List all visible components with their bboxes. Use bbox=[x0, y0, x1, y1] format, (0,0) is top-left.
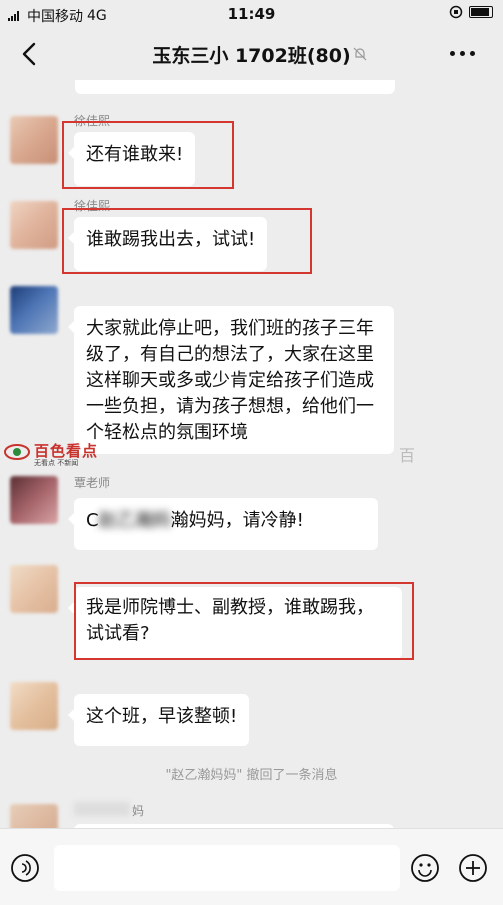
message-text: 大家就此停止吧，我们班的孩子三年级了，有自己的想法了，大家在这里这样聊天或多或少… bbox=[86, 318, 374, 443]
sender-name: 妈 bbox=[132, 804, 145, 818]
watermark-logo-icon bbox=[4, 444, 30, 460]
status-bar: 中国移动 4G 11:49 bbox=[0, 0, 503, 28]
message-text-blurred: 赵乙瀚妈 bbox=[98, 510, 171, 531]
message-bubble[interactable]: C赵乙瀚妈瀚妈妈，请冷静! bbox=[68, 498, 378, 550]
watermark: 百色看点 无看点 不新闻 bbox=[2, 440, 127, 468]
avatar[interactable] bbox=[10, 286, 58, 334]
battery-icon bbox=[469, 6, 493, 18]
sender-name: 覃老师 bbox=[74, 476, 111, 490]
mute-icon bbox=[353, 47, 367, 61]
rotation-lock-icon bbox=[449, 5, 463, 19]
sender-name: 徐佳熙 bbox=[74, 199, 111, 213]
message-bubble[interactable]: 大家就此停止吧，我们班的孩子三年级了，有自己的想法了，大家在这里这样聊天或多或少… bbox=[68, 306, 394, 454]
chat-title: 玉东三小 1702班(80) bbox=[152, 45, 351, 67]
voice-icon[interactable] bbox=[10, 853, 40, 883]
more-icon[interactable] bbox=[450, 51, 475, 56]
sender-name-blurred bbox=[74, 802, 130, 816]
avatar[interactable] bbox=[10, 476, 58, 524]
nav-bar: 玉东三小 1702班(80) bbox=[0, 28, 503, 80]
avatar[interactable] bbox=[10, 116, 58, 164]
status-time: 11:49 bbox=[227, 5, 276, 23]
message-bubble[interactable]: 还有谁敢来! bbox=[67, 132, 196, 186]
message-bubble[interactable]: 谁敢踢我出去，试试! bbox=[67, 217, 268, 271]
avatar[interactable] bbox=[10, 682, 58, 730]
sender-name: 徐佳熙 bbox=[74, 114, 111, 128]
status-right bbox=[449, 5, 493, 19]
message-text: 我是师院博士、副教授，谁敢踢我，试试看? bbox=[86, 597, 374, 644]
avatar[interactable] bbox=[10, 565, 58, 613]
previous-message-bubble bbox=[75, 80, 395, 94]
message-text: 这个班，早该整顿! bbox=[86, 706, 238, 727]
recall-notice: "赵乙瀚妈妈" 撤回了一条消息 bbox=[165, 768, 338, 783]
plus-icon[interactable] bbox=[458, 853, 488, 883]
message-text: 谁敢踢我出去，试试! bbox=[86, 229, 256, 250]
avatar[interactable] bbox=[10, 201, 58, 249]
watermark-subtitle: 无看点 不新闻 bbox=[34, 459, 79, 467]
message-text-start: C bbox=[86, 510, 99, 531]
message-bubble[interactable]: 我是师院博士、副教授，谁敢踢我，试试看? bbox=[68, 587, 402, 659]
message-input[interactable] bbox=[54, 845, 400, 891]
message-bubble[interactable]: 这个班，早该整顿! bbox=[67, 694, 250, 746]
message-text-end: 瀚妈妈，请冷静! bbox=[170, 510, 304, 531]
input-bar bbox=[0, 828, 503, 905]
watermark-right: 百 bbox=[398, 446, 415, 465]
emoji-icon[interactable] bbox=[410, 853, 440, 883]
message-text: 还有谁敢来! bbox=[86, 144, 184, 165]
